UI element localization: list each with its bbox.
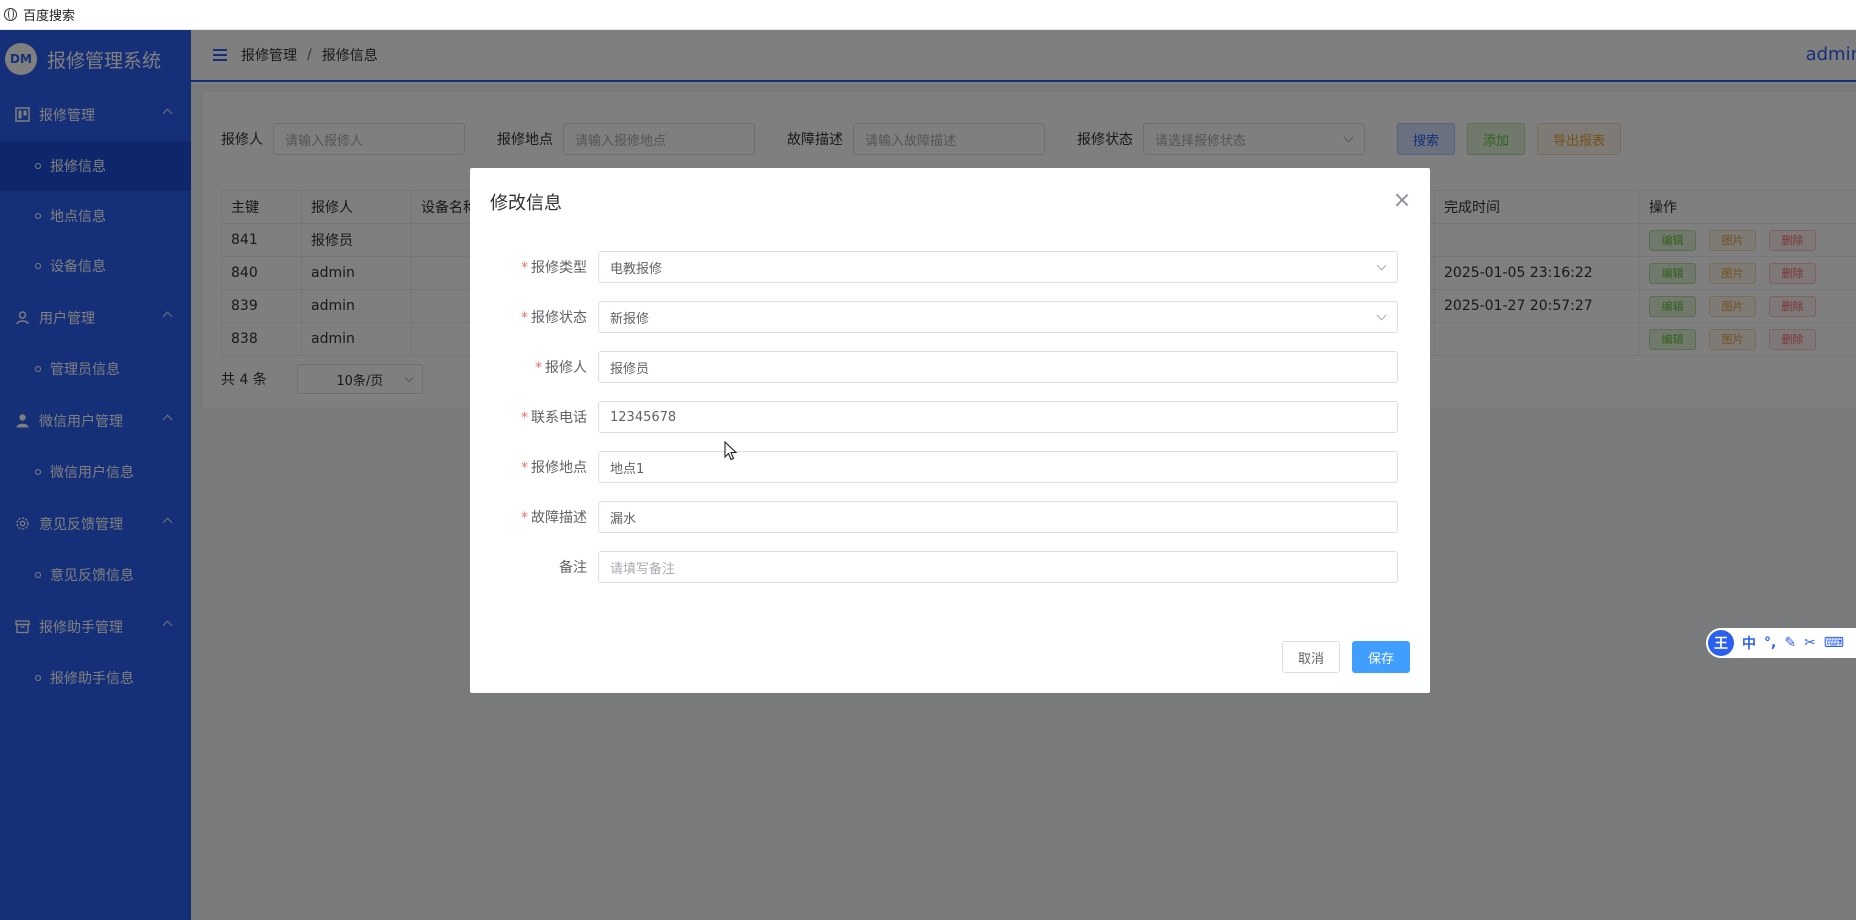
dialog-footer: 取消 保存 [1281,641,1410,673]
close-icon[interactable] [1396,194,1408,206]
pen-icon[interactable]: ✎ [1784,635,1796,651]
form-label-text: 报修类型 [531,260,587,276]
fault-input[interactable]: 漏水 [598,501,1398,533]
form-row-repair-status: * 报修状态 新报修 [470,301,1430,333]
keyboard-icon[interactable]: ⌨ [1824,635,1844,651]
edit-dialog: 修改信息 * 报修类型 电教报修 * 报修状态 新报修 * 报修人 报修员 * 联系电话… [470,168,1430,693]
required-mark: * [535,360,542,376]
punctuation-icon[interactable]: °, [1764,635,1776,651]
mouse-cursor-icon [724,441,738,461]
form-label: * 报修类型 [470,257,598,277]
form-label: * 报修地点 [470,457,598,477]
ime-mode-label[interactable]: 中 [1742,633,1756,653]
form-row-phone: * 联系电话 12345678 [470,401,1430,433]
required-mark: * [521,410,528,426]
form-label-text: 报修状态 [531,310,587,326]
form-label: * 故障描述 [470,507,598,527]
ime-logo[interactable]: 王 [1708,630,1734,656]
cancel-button[interactable]: 取消 [1281,641,1340,673]
form-label: 备注 [470,557,598,577]
form-label-text: 报修人 [545,360,587,376]
save-button[interactable]: 保存 [1351,641,1410,673]
globe-icon [4,8,17,21]
form-label-text: 联系电话 [531,410,587,426]
repair-status-select[interactable]: 新报修 [598,301,1398,333]
form-row-repair-type: * 报修类型 电教报修 [470,251,1430,283]
phone-input[interactable]: 12345678 [598,401,1398,433]
form-row-location: * 报修地点 地点1 [470,451,1430,483]
required-mark: * [521,310,528,326]
form-label: * 报修状态 [470,307,598,327]
repair-type-select[interactable]: 电教报修 [598,251,1398,283]
form-label-text: 报修地点 [531,460,587,476]
required-mark: * [521,460,528,476]
form-row-fault: * 故障描述 漏水 [470,501,1430,533]
location-input[interactable]: 地点1 [598,451,1398,483]
dialog-title: 修改信息 [490,193,562,214]
form-row-reporter: * 报修人 报修员 [470,351,1430,383]
form-label-text: 备注 [559,560,587,576]
required-mark: * [521,510,528,526]
required-mark: * [521,260,528,276]
ime-toolbar[interactable]: 王 中 °, ✎ ✂ ⌨ [1706,628,1856,658]
form-label: * 联系电话 [470,407,598,427]
reporter-input[interactable]: 报修员 [598,351,1398,383]
form-row-remark: 备注 请填写备注 [470,551,1430,583]
browser-tab-bar: 百度搜索 [0,0,1856,30]
remark-input[interactable]: 请填写备注 [598,551,1398,583]
browser-tab-title[interactable]: 百度搜索 [23,5,75,24]
form-label-text: 故障描述 [531,510,587,526]
scissors-icon[interactable]: ✂ [1804,635,1816,651]
form-label: * 报修人 [470,357,598,377]
